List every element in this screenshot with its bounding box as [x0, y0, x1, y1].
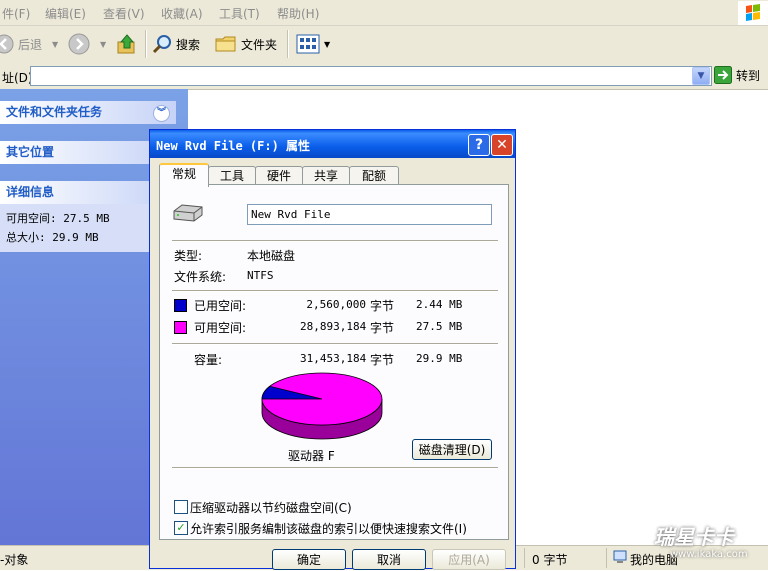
toolbar: 后退 ▼ ▼ 搜索 文件夹 ▼ — [0, 26, 768, 64]
capacity-bytes: 31,453,184 — [300, 352, 367, 365]
disk-cleanup-button[interactable]: 磁盘清理(D) — [412, 439, 492, 460]
capacity-size: 29.9 MB — [416, 352, 463, 365]
views-button[interactable]: ▼ — [296, 32, 330, 56]
ok-button[interactable]: 确定 — [272, 549, 346, 570]
apply-button[interactable]: 应用(A) — [432, 549, 506, 570]
file-tasks-header[interactable]: 文件和文件夹任务 ︾ — [0, 101, 176, 124]
compress-checkbox[interactable] — [174, 500, 188, 514]
tab-general[interactable]: 常规 — [159, 163, 209, 187]
go-button[interactable]: 转到 — [714, 66, 760, 84]
details-free-space: 可用空间: 27.5 MB — [6, 212, 110, 225]
status-divider — [606, 548, 607, 568]
properties-dialog: New Rvd File (F:) 属性 ? ✕ 常规 工具 硬件 共享 配额 … — [149, 129, 516, 570]
separator — [172, 240, 498, 242]
dialog-titlebar[interactable]: New Rvd File (F:) 属性 ? ✕ — [150, 130, 515, 158]
free-space-swatch — [174, 321, 187, 334]
details-total-size: 总大小: 29.9 MB — [6, 231, 99, 244]
views-dropdown-icon: ▼ — [324, 39, 331, 49]
other-places-title: 其它位置 — [6, 145, 55, 159]
tab-sharing[interactable]: 共享 — [302, 166, 350, 185]
go-arrow-icon — [714, 66, 732, 84]
tab-hardware[interactable]: 硬件 — [255, 166, 303, 185]
address-bar: 址(D) ▼ 转到 — [0, 63, 768, 90]
back-arrow-icon — [0, 34, 14, 54]
type-value: 本地磁盘 — [247, 249, 296, 263]
capacity-unit: 字节 — [370, 353, 395, 367]
views-grid-icon — [296, 34, 320, 54]
forward-button[interactable]: ▼ — [68, 32, 106, 56]
toolbar-separator — [145, 30, 147, 58]
forward-dropdown-icon[interactable]: ▼ — [100, 40, 106, 49]
menu-view[interactable]: 查看(V) — [103, 5, 145, 22]
up-folder-button[interactable] — [116, 32, 138, 56]
search-icon — [152, 35, 171, 54]
free-space-label: 可用空间: — [194, 321, 247, 335]
disk-usage-pie — [261, 372, 383, 440]
watermark: 瑞星卡卡 www.ikaka.com — [608, 515, 766, 567]
status-bytes: 0 字节 — [532, 553, 568, 567]
menu-bar: 件(F) 编辑(E) 查看(V) 收藏(A) 工具(T) 帮助(H) — [0, 0, 768, 26]
drive-icon — [172, 203, 204, 226]
tab-quota[interactable]: 配额 — [349, 166, 399, 185]
used-space-unit: 字节 — [370, 299, 395, 313]
volume-name-input[interactable]: New Rvd File — [247, 204, 492, 225]
chevron-down-icon[interactable]: ︾ — [153, 105, 170, 122]
free-space-bytes: 28,893,184 — [300, 320, 367, 333]
watermark-url: www.ikaka.com — [670, 549, 748, 560]
folders-label: 文件夹 — [241, 37, 278, 52]
windows-logo-icon — [738, 1, 768, 25]
filesystem-label: 文件系统: — [174, 270, 227, 284]
free-space-unit: 字节 — [370, 321, 395, 335]
status-objects: -对象 — [0, 553, 29, 567]
file-tasks-title: 文件和文件夹任务 — [6, 105, 103, 119]
tab-tools[interactable]: 工具 — [208, 166, 256, 185]
used-space-label: 已用空间: — [194, 299, 247, 313]
address-input[interactable] — [30, 66, 712, 86]
back-button[interactable]: 后退 ▼ — [0, 32, 58, 56]
toolbar-separator — [287, 30, 289, 58]
search-button[interactable]: 搜索 — [152, 32, 200, 56]
close-button[interactable]: ✕ — [491, 134, 513, 156]
address-label: 址(D) — [2, 71, 33, 85]
free-space-size: 27.5 MB — [416, 320, 463, 333]
folder-icon — [215, 36, 236, 52]
dialog-title: New Rvd File (F:) 属性 — [156, 139, 311, 153]
index-checkbox[interactable]: ✓ — [174, 521, 188, 535]
type-label: 类型: — [174, 249, 203, 263]
menu-tools[interactable]: 工具(T) — [219, 5, 260, 22]
compress-label[interactable]: 压缩驱动器以节约磁盘空间(C) — [190, 499, 352, 516]
used-space-bytes: 2,560,000 — [306, 298, 366, 311]
status-divider — [524, 548, 525, 568]
menu-file[interactable]: 件(F) — [2, 5, 30, 22]
details-title: 详细信息 — [6, 185, 55, 199]
general-tab-panel: New Rvd File 类型: 本地磁盘 文件系统: NTFS 已用空间: 2… — [159, 184, 509, 540]
separator — [172, 343, 498, 345]
help-button[interactable]: ? — [468, 134, 490, 156]
separator — [172, 290, 498, 292]
index-label[interactable]: 允许索引服务编制该磁盘的索引以便快速搜索文件(I) — [190, 520, 467, 537]
separator — [172, 467, 498, 469]
up-folder-icon — [117, 34, 135, 54]
folders-button[interactable]: 文件夹 — [215, 32, 277, 56]
back-label: 后退 — [18, 37, 43, 52]
used-space-swatch — [174, 299, 187, 312]
go-label: 转到 — [736, 68, 761, 83]
filesystem-value: NTFS — [247, 269, 274, 282]
search-label: 搜索 — [176, 37, 201, 52]
menu-edit[interactable]: 编辑(E) — [45, 5, 86, 22]
drive-label: 驱动器 F — [288, 449, 335, 463]
menu-help[interactable]: 帮助(H) — [277, 5, 319, 22]
address-dropdown-icon[interactable]: ▼ — [692, 67, 710, 85]
cancel-button[interactable]: 取消 — [352, 549, 426, 570]
forward-arrow-icon — [68, 33, 90, 55]
menu-favorites[interactable]: 收藏(A) — [161, 5, 203, 22]
capacity-label: 容量: — [194, 353, 223, 367]
back-dropdown-icon[interactable]: ▼ — [52, 40, 58, 49]
used-space-size: 2.44 MB — [416, 298, 463, 311]
watermark-text: 瑞星卡卡 — [654, 525, 734, 549]
